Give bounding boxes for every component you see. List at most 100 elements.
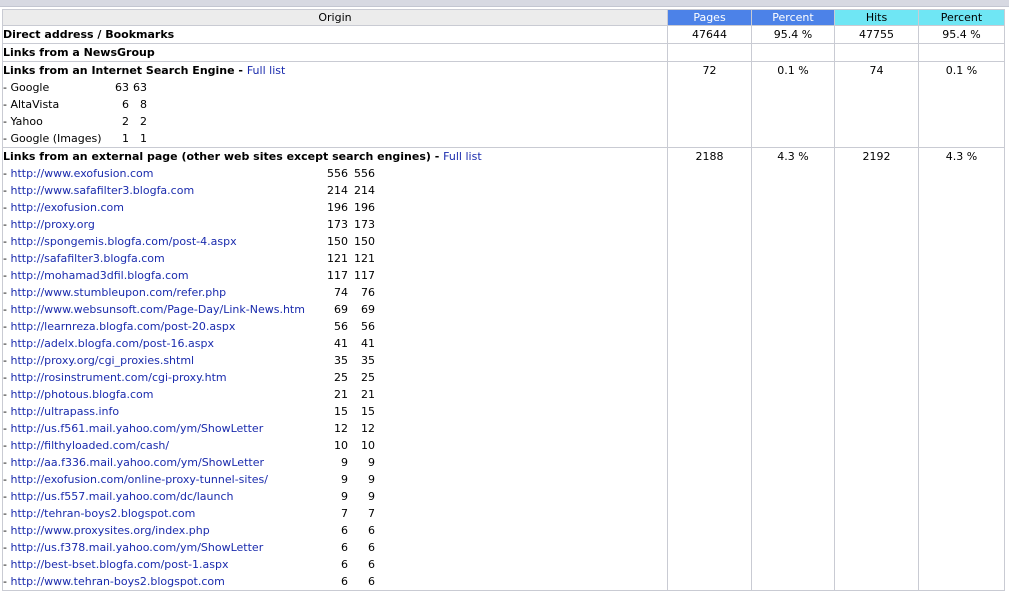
external-referrer-item: - http://filthyloaded.com/cash/10 10 (3, 437, 667, 454)
search-engine-item-hits: 63 (133, 81, 147, 94)
external-referrer-entry: - http://exofusion.com (3, 201, 124, 214)
referrer-hits: 21 (361, 388, 375, 401)
external-full-list-link[interactable]: Full list (443, 150, 481, 163)
referrer-pages: 214 (327, 184, 348, 197)
referrer-pages: 6 (341, 524, 348, 537)
referrer-hits: 76 (361, 286, 375, 299)
referrer-pages: 6 (341, 558, 348, 571)
referrer-link[interactable]: http://aa.f336.mail.yahoo.com/ym/ShowLet… (10, 456, 264, 469)
external-referrer-entry: - http://www.stumbleupon.com/refer.php (3, 286, 227, 299)
referrer-pages: 25 (334, 371, 348, 384)
referrer-pages: 41 (334, 337, 348, 350)
referrer-link[interactable]: http://mohamad3dfil.blogfa.com (10, 269, 188, 282)
search-engine-item-hits: 2 (140, 115, 147, 128)
referrer-link[interactable]: http://adelx.blogfa.com/post-16.aspx (10, 337, 214, 350)
search-engine-item-pages: 1 (122, 132, 129, 145)
referrer-hits: 214 (354, 184, 375, 197)
external-referrer-entry: - http://spongemis.blogfa.com/post-4.asp… (3, 235, 237, 248)
external-referrer-item: - http://aa.f336.mail.yahoo.com/ym/ShowL… (3, 454, 667, 471)
referrer-link[interactable]: http://spongemis.blogfa.com/post-4.aspx (10, 235, 236, 248)
search-engine-item: - Google (Images) 1 1 (3, 130, 667, 147)
search-engine-item-pages: 6 (122, 98, 129, 111)
referrer-hits: 35 (361, 354, 375, 367)
referrer-link[interactable]: http://us.f378.mail.yahoo.com/ym/ShowLet… (10, 541, 263, 554)
referrer-link[interactable]: http://filthyloaded.com/cash/ (10, 439, 169, 452)
search-engine-item-hits: 1 (140, 132, 147, 145)
search-engine-full-list-link[interactable]: Full list (247, 64, 285, 77)
external-referrer-entry: - http://exofusion.com/online-proxy-tunn… (3, 473, 268, 486)
referrer-pages: 9 (341, 490, 348, 503)
referrer-link[interactable]: http://tehran-boys2.blogspot.com (10, 507, 195, 520)
direct-hits-percent: 95.4 % (918, 25, 1005, 44)
external-referrer-entry: - http://www.tehran-boys2.blogspot.com (3, 575, 225, 588)
external-referrer-entry: - http://us.f561.mail.yahoo.com/ym/ShowL… (3, 422, 264, 435)
referrer-link[interactable]: http://ultrapass.info (10, 405, 119, 418)
external-pages-percent: 4.3 % (751, 147, 835, 591)
referrer-link[interactable]: http://www.safafilter3.blogfa.com (10, 184, 194, 197)
referrer-link[interactable]: http://www.stumbleupon.com/refer.php (10, 286, 226, 299)
external-referrer-entry: - http://proxy.org (3, 218, 95, 231)
external-referrer-entry: - http://www.exofusion.com (3, 167, 154, 180)
direct-pages: 47644 (667, 25, 752, 44)
direct-pages-percent: 95.4 % (751, 25, 835, 44)
referrer-pages: 117 (327, 269, 348, 282)
newsgroup-row: Links from a NewsGroup (2, 43, 1005, 62)
external-referrer-item: - http://www.exofusion.com 556 556 (3, 165, 667, 182)
referrer-pages: 7 (341, 507, 348, 520)
external-referrer-entry: - http://learnreza.blogfa.com/post-20.as… (3, 320, 236, 333)
external-referrer-entry: - http://tehran-boys2.blogspot.com (3, 507, 196, 520)
referrer-link[interactable]: http://photous.blogfa.com (10, 388, 153, 401)
referrer-hits: 556 (354, 167, 375, 180)
referrer-link[interactable]: http://proxy.org (10, 218, 94, 231)
referrer-hits: 7 (368, 507, 375, 520)
referrer-link[interactable]: http://best-bset.blogfa.com/post-1.aspx (10, 558, 228, 571)
referrer-link[interactable]: http://learnreza.blogfa.com/post-20.aspx (10, 320, 235, 333)
direct-origin-cell: Direct address / Bookmarks (2, 25, 668, 44)
search-engine-hits: 74 (834, 61, 919, 148)
top-border-bar (0, 0, 1009, 7)
referrer-link[interactable]: http://www.exofusion.com (10, 167, 153, 180)
external-title: Links from an external page (other web s… (3, 150, 482, 163)
referrer-hits: 69 (361, 303, 375, 316)
referrer-pages: 150 (327, 235, 348, 248)
referrer-link[interactable]: http://us.f557.mail.yahoo.com/dc/launch (10, 490, 233, 503)
referrer-link[interactable]: http://rosinstrument.com/cgi-proxy.htm (10, 371, 226, 384)
referrer-hits: 173 (354, 218, 375, 231)
external-referrer-item: - http://www.websunsoft.com/Page-Day/Lin… (3, 301, 667, 318)
referrer-hits: 6 (368, 541, 375, 554)
referrer-hits: 196 (354, 201, 375, 214)
referrer-link[interactable]: http://us.f561.mail.yahoo.com/ym/ShowLet… (10, 422, 263, 435)
referrer-link[interactable]: http://www.websunsoft.com/Page-Day/Link-… (10, 303, 305, 316)
referrer-hits: 6 (368, 524, 375, 537)
search-engine-name: - AltaVista (3, 98, 60, 111)
external-referrer-item: - http://proxy.org/cgi_proxies.shtml 35 35 (3, 352, 667, 369)
referrer-link[interactable]: http://www.proxysites.org/index.php (10, 524, 209, 537)
external-referrer-item: - http://us.f378.mail.yahoo.com/ym/ShowL… (3, 539, 667, 556)
external-referrer-entry: - http://us.f378.mail.yahoo.com/ym/ShowL… (3, 541, 264, 554)
referrer-hits: 10 (361, 439, 375, 452)
referrer-hits: 15 (361, 405, 375, 418)
external-referrer-item: - http://us.f557.mail.yahoo.com/dc/launc… (3, 488, 667, 505)
external-referrer-item: - http://rosinstrument.com/cgi-proxy.htm… (3, 369, 667, 386)
external-referrer-entry: - http://proxy.org/cgi_proxies.shtml (3, 354, 195, 367)
external-referrer-item: - http://proxy.org 173 173 (3, 216, 667, 233)
referrer-link[interactable]: http://proxy.org/cgi_proxies.shtml (10, 354, 194, 367)
referrer-link[interactable]: http://exofusion.com/online-proxy-tunnel… (10, 473, 268, 486)
referrer-pages: 9 (341, 456, 348, 469)
external-referrer-item: - http://spongemis.blogfa.com/post-4.asp… (3, 233, 667, 250)
referrer-link[interactable]: http://www.tehran-boys2.blogspot.com (10, 575, 224, 588)
external-referrer-item: - http://exofusion.com/online-proxy-tunn… (3, 471, 667, 488)
external-referrer-item: - http://adelx.blogfa.com/post-16.aspx 41… (3, 335, 667, 352)
referrer-link[interactable]: http://exofusion.com (10, 201, 124, 214)
origin-column-header: Origin (2, 9, 668, 26)
referrer-hits: 56 (361, 320, 375, 333)
table-header-row: Origin Pages Percent Hits Percent (2, 9, 1005, 26)
search-engine-title: Links from an Internet Search Engine - F… (3, 64, 286, 77)
newsgroup-origin-cell: Links from a NewsGroup (2, 43, 668, 62)
external-referrer-item: - http://exofusion.com 196 196 (3, 199, 667, 216)
referrer-hits: 117 (354, 269, 375, 282)
referrer-pages: 74 (334, 286, 348, 299)
external-referrer-item: - http://us.f561.mail.yahoo.com/ym/ShowL… (3, 420, 667, 437)
search-engine-row: Links from an Internet Search Engine - F… (2, 61, 1005, 148)
referrer-link[interactable]: http://safafilter3.blogfa.com (10, 252, 164, 265)
